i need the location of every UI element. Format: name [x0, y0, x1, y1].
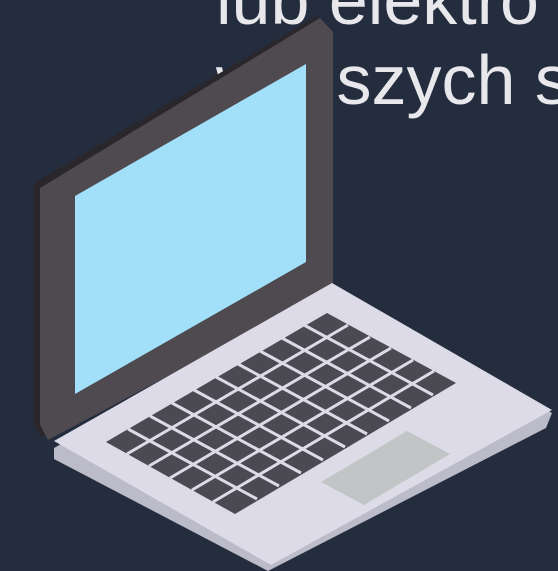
laptop-icon: [34, 15, 552, 571]
slide: lub elektro wyższych s: [0, 0, 558, 571]
